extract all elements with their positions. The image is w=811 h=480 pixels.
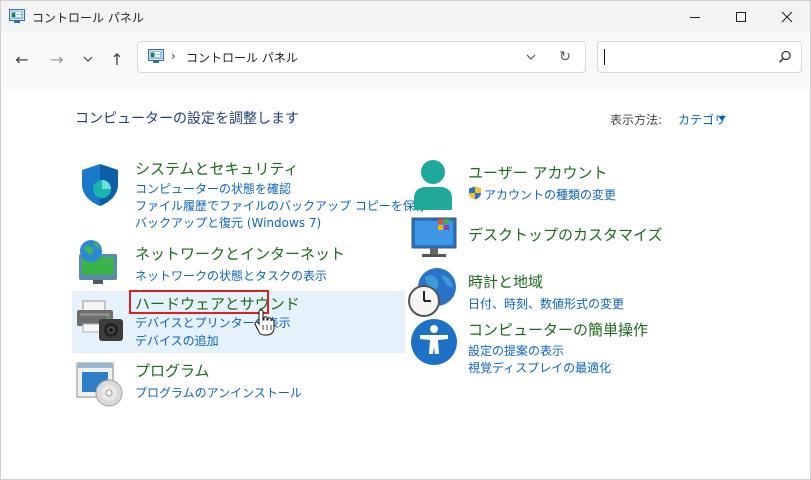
close-icon [781, 11, 793, 22]
refresh-button[interactable]: ↻ [556, 48, 574, 66]
accessibility-icon [411, 319, 457, 365]
minimize-icon [690, 16, 700, 18]
arrow-right-icon: → [50, 49, 64, 69]
link-change-account-type[interactable]: アカウントの種類の変更 [484, 186, 616, 203]
chevron-down-icon [83, 56, 93, 62]
arrow-up-icon: ↑ [110, 49, 124, 69]
maximize-button[interactable] [718, 1, 764, 32]
chevron-down-icon [526, 54, 536, 60]
printer-camera-icon [77, 300, 123, 341]
arrow-left-icon: ← [15, 49, 29, 69]
content-area: コンピューターの設定を調整します 表示方法: カテゴリ システムとセキュリティ … [1, 89, 810, 479]
navigation-bar: ← → ↑ › コントロール パネル › ↻ [1, 32, 810, 90]
desktop-monitor-icon [411, 217, 457, 257]
recent-locations-button[interactable] [76, 47, 100, 71]
search-box[interactable] [597, 41, 802, 73]
page-title: コンピューターの設定を調整します [75, 111, 299, 127]
programs-disc-icon [76, 362, 123, 407]
minimize-button[interactable] [672, 1, 718, 32]
window-title: コントロール パネル [32, 11, 144, 25]
view-by-label: 表示方法: [610, 113, 663, 127]
shield-icon [82, 164, 118, 206]
uac-shield-icon [469, 186, 481, 200]
control-panel-icon [9, 9, 25, 23]
category-clock-region[interactable]: 時計と地域 [468, 271, 543, 292]
category-appearance[interactable]: デスクトップのカスタマイズ [468, 224, 663, 245]
address-dropdown-button[interactable] [522, 48, 540, 66]
clock-globe-icon [408, 268, 456, 317]
back-button[interactable]: ← [10, 47, 34, 71]
title-bar[interactable]: コントロール パネル [1, 1, 810, 32]
category-system-security[interactable]: システムとセキュリティ [135, 158, 299, 179]
category-network-internet[interactable]: ネットワークとインターネット [135, 243, 345, 264]
user-icon [414, 160, 452, 210]
category-user-accounts[interactable]: ユーザー アカウント [468, 162, 607, 183]
up-button[interactable]: ↑ [105, 47, 129, 71]
annotation-highlight-box [129, 290, 269, 314]
link-optimize-visual-display[interactable]: 視覚ディスプレイの最適化 [468, 359, 611, 376]
link-change-date-time-format[interactable]: 日付、時刻、数値形式の変更 [468, 295, 624, 312]
forward-button[interactable]: → [45, 47, 69, 71]
link-suggested-settings[interactable]: 設定の提案の表示 [468, 342, 564, 359]
link-check-computer-status[interactable]: コンピューターの状態を確認 [135, 180, 291, 197]
link-uninstall-program[interactable]: プログラムのアンインストール [135, 384, 302, 401]
refresh-icon: ↻ [559, 49, 571, 65]
text-cursor [604, 49, 605, 65]
network-globe-icon [79, 240, 117, 284]
category-ease-of-access[interactable]: コンピューターの簡単操作 [468, 319, 648, 340]
link-backup-restore[interactable]: バックアップと復元 (Windows 7) [135, 214, 321, 231]
hand-pointer-cursor-icon [254, 309, 275, 336]
control-panel-window: コントロール パネル ← → ↑ › コントロール パネル › ↻ コンピュータ… [0, 0, 811, 480]
breadcrumb-separator-icon[interactable]: › [277, 49, 282, 63]
close-button[interactable] [764, 1, 810, 32]
caret-down-icon[interactable] [718, 116, 726, 121]
category-programs[interactable]: プログラム [135, 360, 210, 381]
search-icon[interactable] [777, 49, 793, 65]
control-panel-icon [148, 49, 164, 63]
maximize-icon [736, 11, 746, 22]
link-network-status-tasks[interactable]: ネットワークの状態とタスクの表示 [135, 267, 327, 284]
link-add-device[interactable]: デバイスの追加 [135, 332, 219, 349]
link-file-history-backup[interactable]: ファイル履歴でファイルのバックアップ コピーを保存 [135, 197, 427, 214]
address-bar[interactable]: › コントロール パネル › ↻ [137, 41, 586, 73]
breadcrumb-separator-icon[interactable]: › [171, 49, 176, 63]
